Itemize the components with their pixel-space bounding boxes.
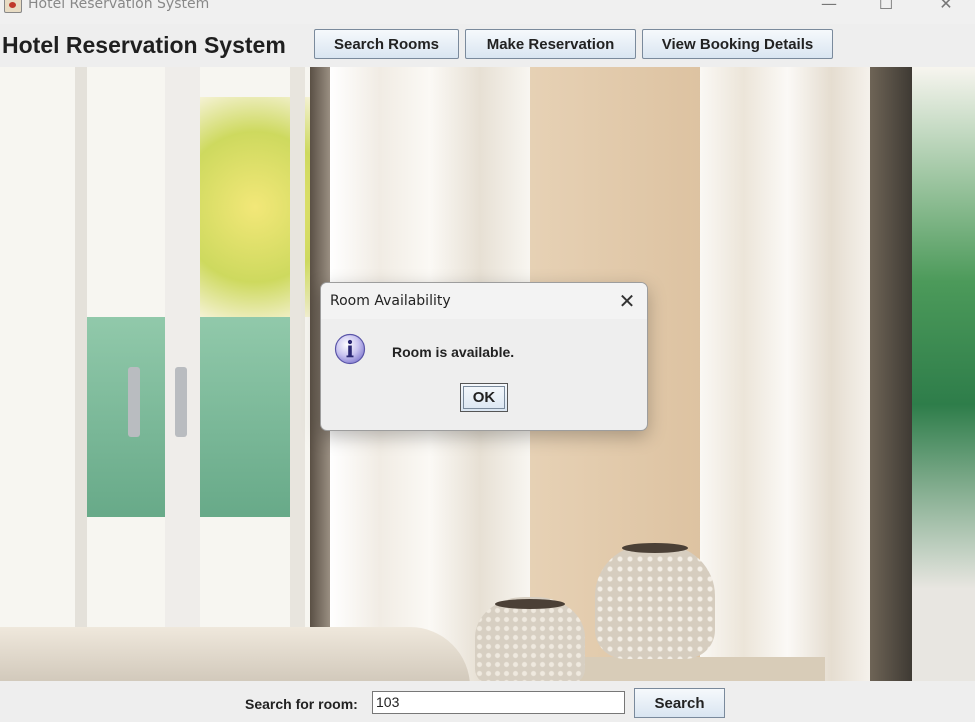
- search-rooms-button[interactable]: Search Rooms: [314, 29, 459, 59]
- room-search-bar: Search for room: 103 Search: [0, 681, 975, 722]
- search-label: Search for room:: [245, 696, 358, 712]
- ok-button[interactable]: OK: [460, 383, 508, 412]
- dialog-titlebar: Room Availability ✕: [321, 283, 647, 319]
- search-button[interactable]: Search: [634, 688, 725, 718]
- maximize-button[interactable]: ☐: [871, 0, 901, 13]
- window-title: Hotel Reservation System: [28, 0, 210, 12]
- dialog-message: Room is available.: [392, 344, 515, 360]
- info-icon: [334, 333, 366, 365]
- dialog-close-button[interactable]: ✕: [613, 287, 641, 315]
- dialog-title: Room Availability: [330, 293, 451, 309]
- window-titlebar: Hotel Reservation System — ☐ ✕: [0, 0, 975, 24]
- java-app-icon: [4, 0, 22, 13]
- room-search-input[interactable]: 103: [372, 691, 625, 714]
- app-heading: Hotel Reservation System: [2, 32, 286, 58]
- header-toolbar: Hotel Reservation System Search Rooms Ma…: [0, 24, 975, 67]
- close-window-button[interactable]: ✕: [931, 0, 961, 13]
- room-availability-dialog: Room Availability ✕ Room is available. O…: [320, 282, 648, 431]
- view-booking-details-button[interactable]: View Booking Details: [642, 29, 833, 59]
- make-reservation-button[interactable]: Make Reservation: [465, 29, 636, 59]
- minimize-button[interactable]: —: [814, 0, 844, 13]
